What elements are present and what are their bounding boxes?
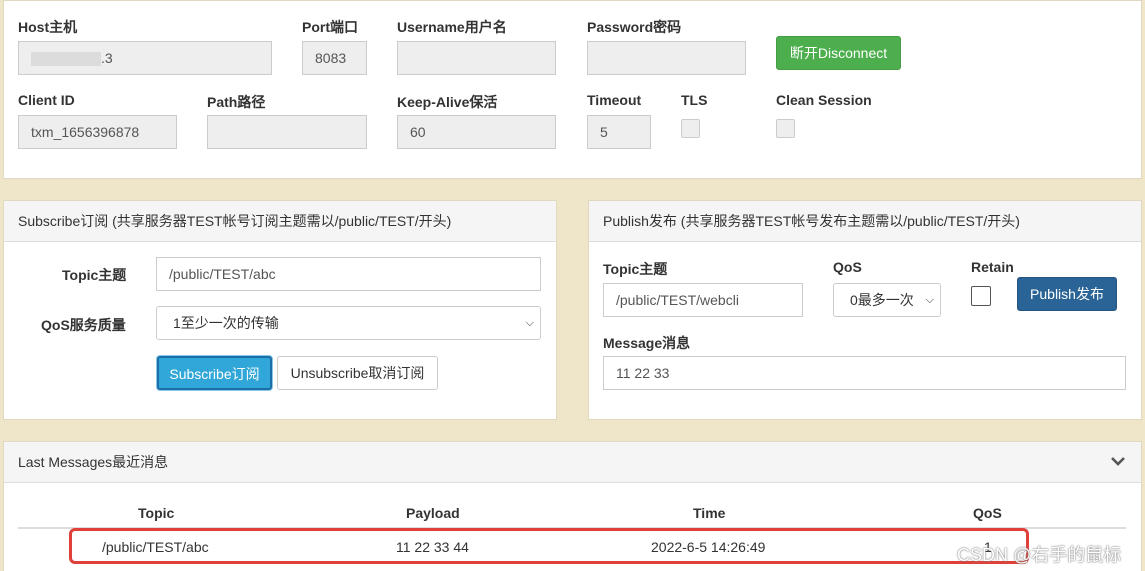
password-label: Password密码 xyxy=(587,19,682,35)
unsubscribe-button[interactable]: Unsubscribe取消订阅 xyxy=(277,356,438,390)
publish-topic-input[interactable]: /public/TEST/webcli xyxy=(603,283,803,317)
message-label: Message消息 xyxy=(603,335,691,351)
port-input[interactable]: 8083 xyxy=(302,41,367,75)
keepalive-label: Keep-Alive保活 xyxy=(397,94,498,110)
disconnect-button[interactable]: 断开Disconnect xyxy=(776,36,901,70)
username-input[interactable] xyxy=(397,41,556,75)
username-label: Username用户名 xyxy=(397,19,507,35)
timeout-label: Timeout xyxy=(587,92,642,108)
retain-label: Retain xyxy=(971,259,1014,275)
path-label: Path路径 xyxy=(207,94,266,110)
tls-checkbox[interactable] xyxy=(681,119,700,138)
keepalive-input[interactable]: 60 xyxy=(397,115,556,149)
watermark: CSDN @右手的鼠标 xyxy=(957,545,1122,565)
host-value: .3 xyxy=(101,50,113,66)
select-arrow-icon: ⌵ xyxy=(925,294,934,306)
publish-topic-label: Topic主题 xyxy=(603,261,668,277)
column-header-qos: QoS xyxy=(973,505,1002,521)
clientid-label: Client ID xyxy=(18,92,75,108)
column-header-time: Time xyxy=(693,505,726,521)
timeout-input[interactable]: 5 xyxy=(587,115,651,149)
host-blur xyxy=(31,52,101,67)
highlight-annotation xyxy=(69,528,1029,564)
publish-qos-label: QoS xyxy=(833,259,862,275)
messages-heading: Last Messages最近消息 xyxy=(4,442,1141,483)
publish-qos-value: 0最多一次 xyxy=(850,292,914,308)
retain-checkbox[interactable] xyxy=(971,286,991,306)
column-header-payload: Payload xyxy=(406,505,460,521)
subscribe-qos-label: QoS服务质量 xyxy=(41,317,126,333)
subscribe-topic-input[interactable]: /public/TEST/abc xyxy=(156,257,541,291)
path-input[interactable] xyxy=(207,115,367,149)
subscribe-button[interactable]: Subscribe订阅 xyxy=(157,356,272,390)
publish-qos-select[interactable]: 0最多一次 ⌵ xyxy=(833,283,941,317)
host-label: Host主机 xyxy=(18,19,78,35)
publish-heading: Publish发布 (共享服务器TEST帐号发布主题需以/public/TEST… xyxy=(589,201,1141,242)
publish-button[interactable]: Publish发布 xyxy=(1017,277,1117,311)
port-label: Port端口 xyxy=(302,19,358,35)
select-arrow-icon: ⌵ xyxy=(525,317,534,329)
message-textarea[interactable]: 11 22 33 xyxy=(603,356,1126,390)
subscribe-qos-select[interactable]: 1至少一次的传输 ⌵ xyxy=(156,306,541,340)
chevron-down-icon[interactable] xyxy=(1110,453,1126,469)
clean-session-checkbox[interactable] xyxy=(776,119,795,138)
clientid-input[interactable]: txm_1656396878 xyxy=(18,115,177,149)
column-header-topic: Topic xyxy=(138,505,175,521)
tls-label: TLS xyxy=(681,92,708,108)
host-input[interactable]: .3 xyxy=(18,41,272,75)
connection-panel xyxy=(3,0,1142,179)
password-input[interactable] xyxy=(587,41,746,75)
subscribe-topic-label: Topic主题 xyxy=(62,267,127,283)
subscribe-qos-value: 1至少一次的传输 xyxy=(173,315,279,331)
clean-session-label: Clean Session xyxy=(776,92,872,108)
subscribe-heading: Subscribe订阅 (共享服务器TEST帐号订阅主题需以/public/TE… xyxy=(4,201,556,242)
